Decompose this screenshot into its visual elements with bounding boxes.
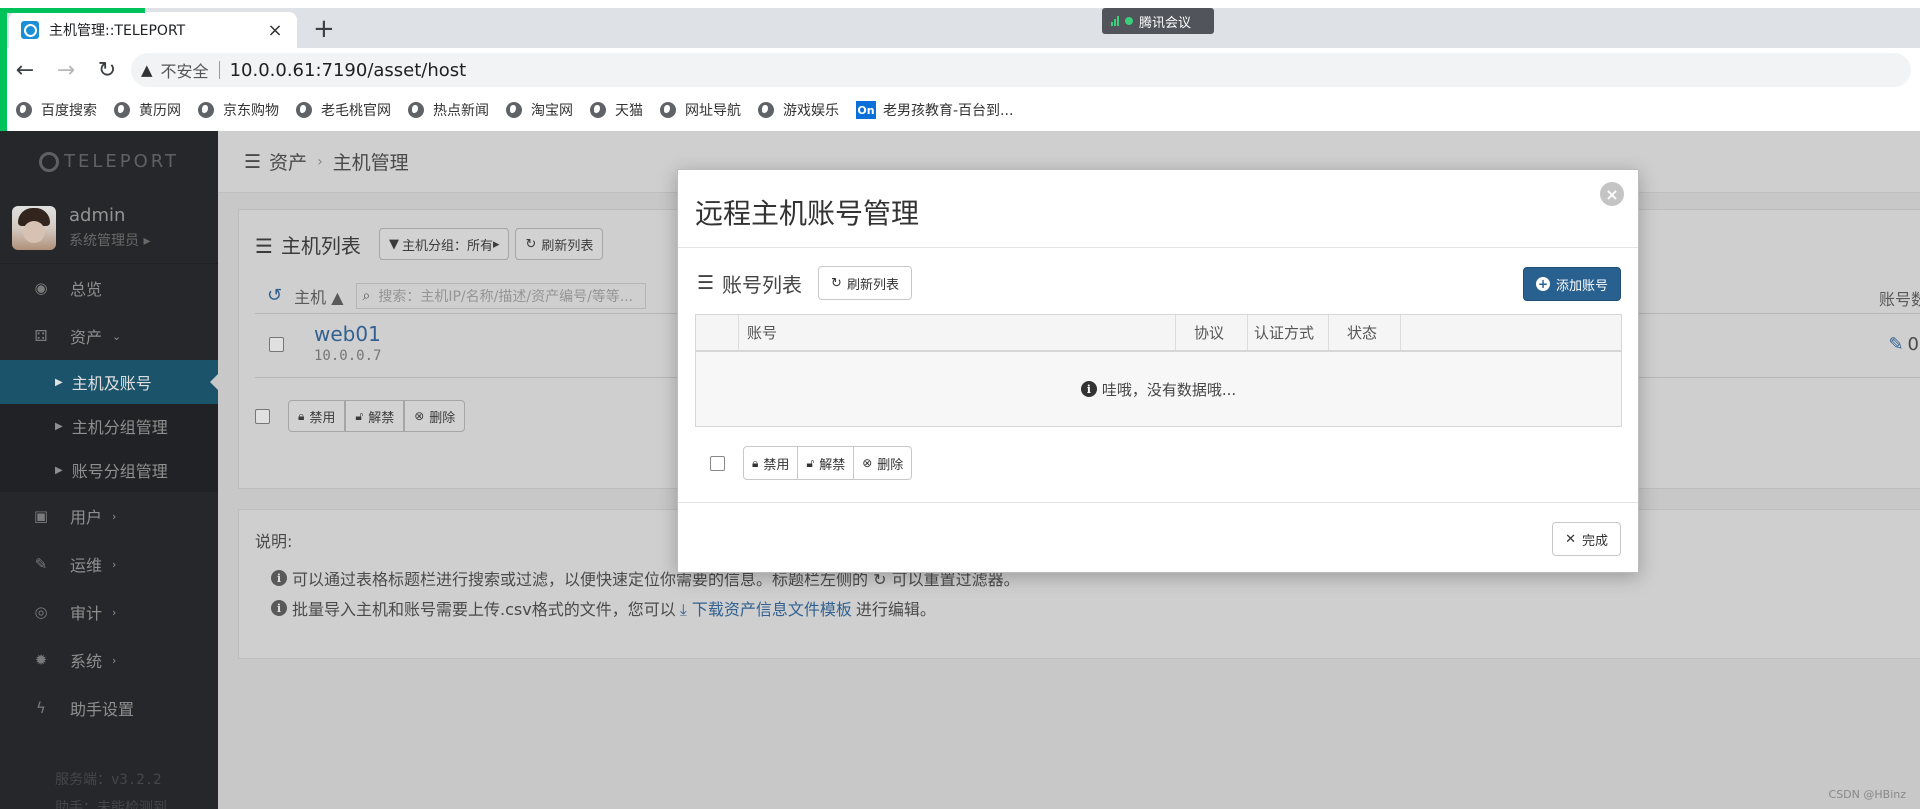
done-label: 完成 [1581,533,1608,549]
bookmark-item[interactable]: 京东购物 [198,100,279,120]
recording-dot-icon [1125,17,1133,25]
close-x-icon: ✕ [1565,531,1576,547]
modal-body: ☰ 账号列表 ↻ 刷新列表 + 添加账号 账号 协议 认证方式 状态 i 哇哦，没有数… [678,248,1638,503]
modal-title: 远程主机账号管理 [695,197,920,230]
refresh-icon: ↻ [831,275,842,291]
url-text[interactable]: 10.0.0.61:7190/asset/host [230,60,467,81]
account-list-title: ☰ 账号列表 [697,269,802,298]
bookmark-label: 网址导航 [685,103,741,119]
tab-title: 主机管理::TELEPORT [49,23,186,39]
globe-icon [506,102,522,118]
bookmark-label: 天猫 [615,103,643,119]
account-list-title-text: 账号列表 [722,272,803,297]
insecure-label[interactable]: 不安全 [161,58,209,82]
globe-icon [296,102,312,118]
plus-circle-icon: + [1535,277,1550,291]
account-bulk-button-group: 🔒︎ 禁用 🔓︎ 解禁 ⊗ 删除 [743,446,913,480]
bookmark-label: 老男孩教育-百台到... [883,103,1014,119]
bookmark-item[interactable]: 热点新闻 [408,100,489,120]
globe-icon [758,102,774,118]
col-select [696,315,739,350]
account-list-header: ☰ 账号列表 ↻ 刷新列表 [697,266,912,300]
meeting-indicator[interactable]: 腾讯会议 [1102,8,1214,34]
omnibox[interactable]: ▲ 不安全 10.0.0.61:7190/asset/host [131,53,1911,87]
add-account-button[interactable]: + 添加账号 [1522,267,1621,301]
col-auth-method[interactable]: 认证方式 [1248,315,1329,350]
teleport-favicon-icon [21,21,39,39]
address-bar-row: ← → ↻ ▲ 不安全 10.0.0.61:7190/asset/host [0,48,1920,92]
account-management-modal: 远程主机账号管理 × ☰ 账号列表 ↻ 刷新列表 + 添加账号 账号 协议 认证方式 … [677,169,1639,573]
globe-icon [16,102,32,118]
browser-tab-active[interactable]: 主机管理::TELEPORT × [9,12,297,48]
bookmark-label: 淘宝网 [531,103,573,119]
tab-close-icon[interactable]: × [265,20,285,41]
times-circle-icon: ⊗ [862,456,873,470]
add-account-label: 添加账号 [1555,278,1608,294]
done-button[interactable]: ✕ 完成 [1552,522,1621,556]
refresh-label: 刷新列表 [846,277,899,293]
bookmark-item[interactable]: 黄历网 [114,100,181,120]
enable-account-button[interactable]: 🔓︎ 解禁 [798,446,855,480]
tab-strip: 主机管理::TELEPORT × + [0,8,1920,48]
signal-icon [1111,16,1119,26]
warning-triangle-icon[interactable]: ▲ [141,61,153,79]
screen-share-border-top [0,8,145,13]
globe-icon [114,102,130,118]
bookmark-label: 百度搜索 [41,103,97,119]
col-account[interactable]: 账号 [739,315,1176,350]
browser-chrome: 主机管理::TELEPORT × + 腾讯会议 ← → ↻ ▲ 不安全 10.0… [0,0,1920,153]
new-tab-button[interactable]: + [313,16,335,42]
list-icon: ☰ [697,272,715,294]
modal-footer: ✕ 完成 [678,503,1638,573]
empty-state: i 哇哦，没有数据哦... [696,352,1621,426]
reload-icon[interactable]: ↻ [91,54,123,86]
disable-label: 禁用 [763,457,790,473]
bookmark-label: 游戏娱乐 [783,103,839,119]
bookmark-item[interactable]: 淘宝网 [506,100,573,120]
forward-arrow-icon[interactable]: → [50,54,82,86]
account-bulk-actions: 🔒︎ 禁用 🔓︎ 解禁 ⊗ 删除 [710,446,913,480]
col-status[interactable]: 状态 [1329,315,1401,350]
bookmark-item[interactable]: 百度搜索 [16,100,97,120]
bookmark-label: 老毛桃官网 [321,103,391,119]
globe-icon [590,102,606,118]
globe-icon [408,102,424,118]
account-table: 账号 协议 认证方式 状态 i 哇哦，没有数据哦... [695,314,1622,427]
bookmark-label: 黄历网 [139,103,181,119]
account-table-header: 账号 协议 认证方式 状态 [696,315,1621,352]
refresh-accounts-button[interactable]: ↻ 刷新列表 [818,266,912,300]
back-arrow-icon[interactable]: ← [9,54,41,86]
bookmarks-bar: 百度搜索 黄历网 京东购物 老毛桃官网 热点新闻 淘宝网 天猫 网址导航 游戏娱… [0,92,1920,128]
unlock-icon: 🔓︎ [806,455,815,470]
watermark: CSDN @HBinz [1828,788,1906,801]
empty-state-text: 哇哦，没有数据哦... [1101,380,1237,399]
meeting-label: 腾讯会议 [1139,15,1192,31]
modal-header: 远程主机账号管理 × [678,170,1638,248]
info-icon: i [1080,381,1097,397]
bookmark-item[interactable]: On 老男孩教育-百台到... [856,100,1013,120]
col-protocol[interactable]: 协议 [1176,315,1248,350]
enable-label: 解禁 [819,457,846,473]
bookmark-label: 京东购物 [223,103,279,119]
delete-label: 删除 [877,457,904,473]
bookmark-item[interactable]: 网址导航 [660,100,741,120]
on-icon: On [856,101,876,119]
lock-icon: 🔒︎ [752,455,759,470]
bookmark-item[interactable]: 游戏娱乐 [758,100,839,120]
close-icon[interactable]: × [1600,182,1624,206]
bookmark-item[interactable]: 天猫 [590,100,643,120]
omnibox-divider [218,61,220,79]
delete-account-button[interactable]: ⊗ 删除 [854,446,913,480]
disable-account-button[interactable]: 🔒︎ 禁用 [743,446,799,480]
globe-icon [660,102,676,118]
bookmark-item[interactable]: 老毛桃官网 [296,100,391,120]
bookmark-label: 热点新闻 [433,103,489,119]
globe-icon [198,102,214,118]
select-all-accounts-checkbox[interactable] [710,455,725,471]
